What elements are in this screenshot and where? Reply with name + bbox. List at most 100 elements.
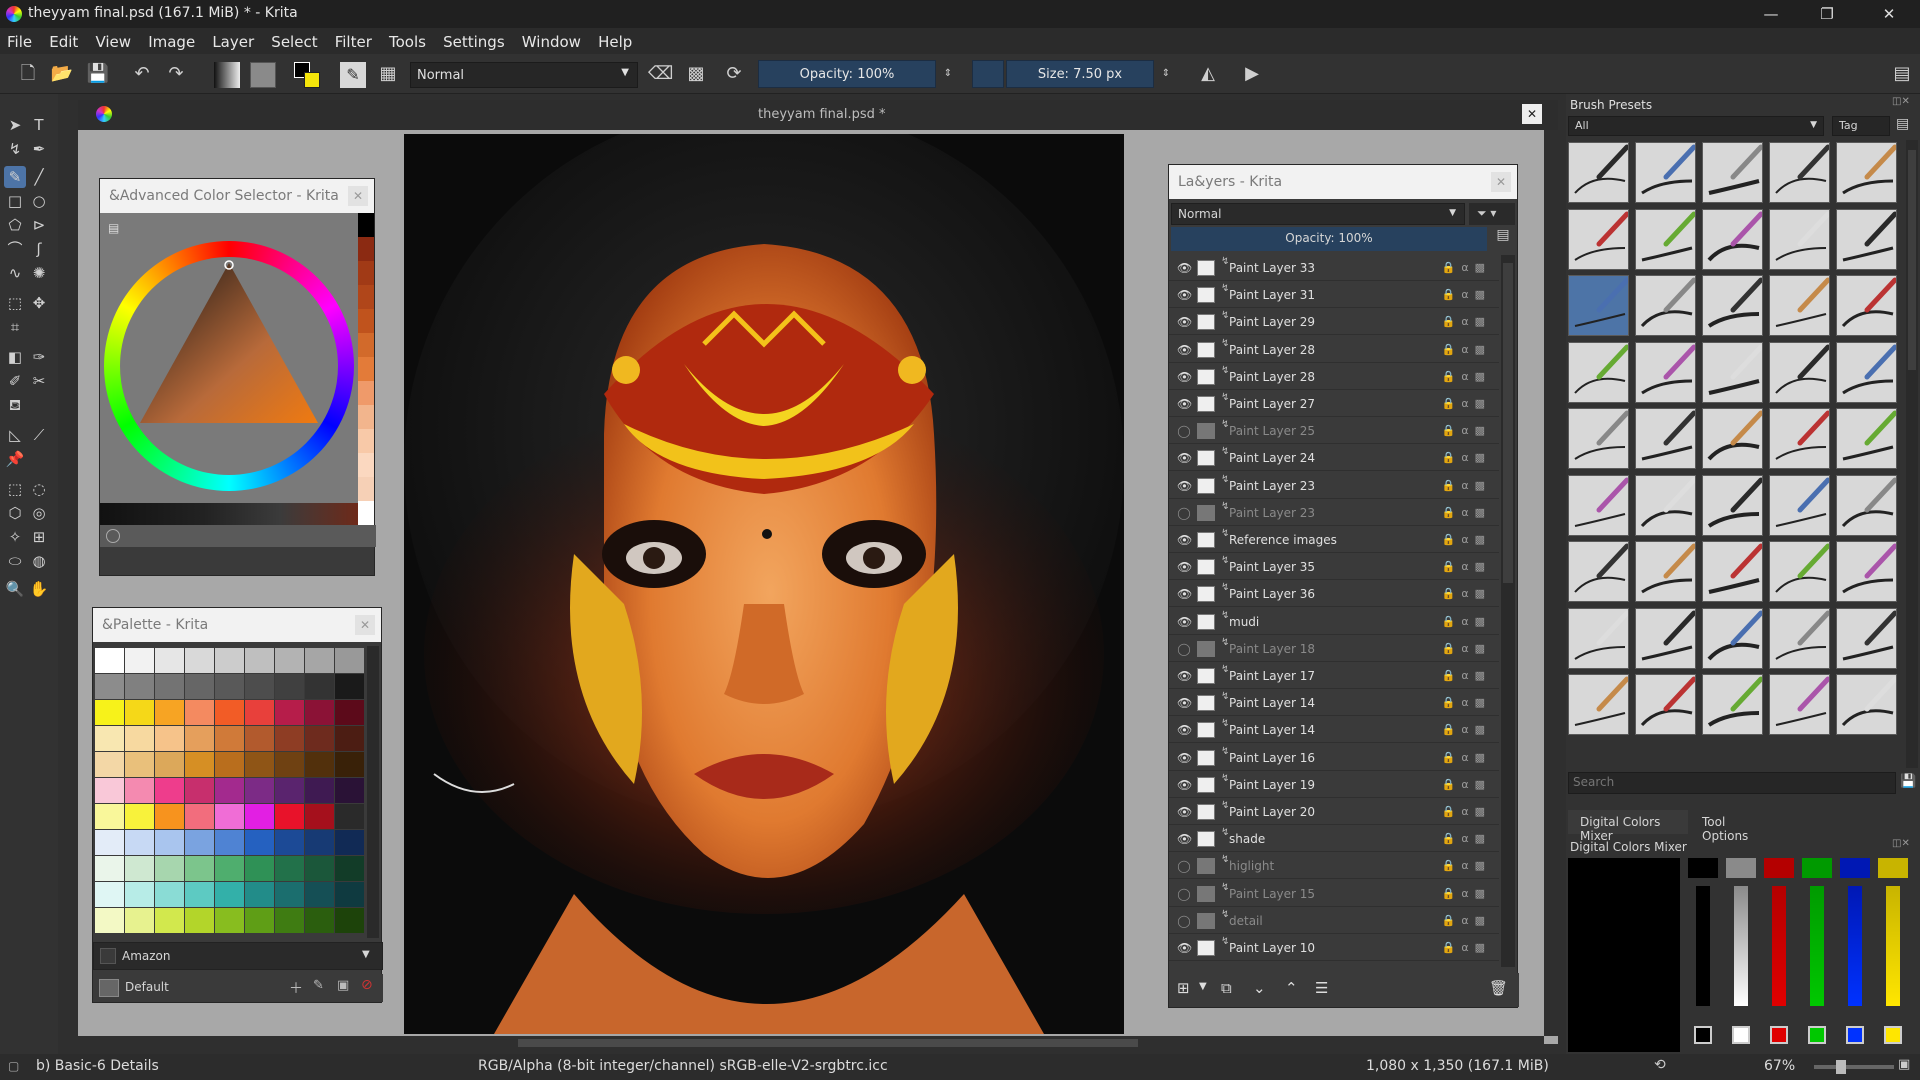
zoom-tool-icon[interactable]: 🔍 xyxy=(4,578,26,600)
brush-preset-thumbnail[interactable] xyxy=(1836,541,1897,602)
palette-swatch[interactable] xyxy=(275,804,304,829)
brush-preset-thumbnail[interactable] xyxy=(1635,541,1696,602)
palette-swatch[interactable] xyxy=(125,648,154,673)
eye-visible-icon[interactable]: 👁 xyxy=(1177,451,1192,465)
layer-row[interactable]: 👁 ↯ shade 🔒α▩ xyxy=(1169,826,1499,853)
palette-swatch[interactable] xyxy=(305,752,334,777)
brush-preset-thumbnail[interactable] xyxy=(1769,208,1830,270)
brush-view-options-icon[interactable]: ▤ xyxy=(1896,116,1909,132)
crop-tool-icon[interactable]: ⌗ xyxy=(4,316,26,338)
polygon-tool-icon[interactable]: ⬠ xyxy=(4,214,26,236)
palette-swatch[interactable] xyxy=(95,726,124,751)
palette-swatch[interactable] xyxy=(305,778,334,803)
polygon-select-icon[interactable]: ⬡ xyxy=(4,502,26,524)
layer-row[interactable]: 👁 ↯ Paint Layer 27 🔒α▩ xyxy=(1169,391,1499,417)
palette-swatch[interactable] xyxy=(215,674,244,699)
edit-swatch-icon[interactable]: ✎ xyxy=(313,978,324,993)
brush-preset-thumbnail[interactable] xyxy=(1769,142,1830,203)
palette-swatch[interactable] xyxy=(125,752,154,777)
brush-size-slider[interactable]: Size: 7.50 px xyxy=(1006,60,1154,88)
palette-swatch[interactable] xyxy=(185,752,214,777)
palette-swatch[interactable] xyxy=(155,908,184,933)
undo-icon[interactable]: ↶ xyxy=(130,62,154,86)
opacity-slider[interactable]: Opacity: 100% xyxy=(758,60,936,88)
brush-preset-thumbnail[interactable] xyxy=(1836,408,1897,469)
palette-swatch[interactable] xyxy=(335,882,364,907)
close-palette-docker-icon[interactable]: ✕ xyxy=(355,615,375,635)
layer-row[interactable]: 👁 ↯ Reference images 🔒α▩ xyxy=(1169,527,1499,553)
brush-preset-thumbnail[interactable] xyxy=(1702,275,1763,336)
palette-swatch[interactable] xyxy=(245,778,274,803)
palette-swatch[interactable] xyxy=(155,882,184,907)
eye-visible-icon[interactable]: 👁 xyxy=(1177,751,1192,765)
palette-swatch[interactable] xyxy=(275,908,304,933)
palette-swatch[interactable] xyxy=(95,856,124,881)
eye-hidden-icon[interactable]: ◯ xyxy=(1177,914,1191,928)
palette-swatch[interactable] xyxy=(275,778,304,803)
palette-swatch[interactable] xyxy=(215,830,244,855)
layer-row[interactable]: 👁 ↯ Paint Layer 36 🔒α▩ xyxy=(1169,581,1499,608)
delete-layer-icon[interactable]: 🗑 xyxy=(1489,979,1508,997)
layer-row[interactable]: 👁 ↯ Paint Layer 28 🔒α▩ xyxy=(1169,364,1499,390)
brush-preset-thumbnail[interactable] xyxy=(1568,142,1629,203)
palette-swatch[interactable] xyxy=(305,908,334,933)
image-size-info[interactable]: 1,080 x 1,350 (167.1 MiB) xyxy=(1366,1058,1549,1074)
layer-row[interactable]: 👁 ↯ Paint Layer 31 🔒α▩ xyxy=(1169,282,1499,309)
layer-row[interactable]: ◯ ↯ detail 🔒α▩ xyxy=(1169,908,1499,934)
palette-swatch[interactable] xyxy=(215,700,244,725)
palette-swatch[interactable] xyxy=(215,882,244,907)
color-picker-icon[interactable]: ✑ xyxy=(28,346,50,368)
canvas-vertical-scrollbar[interactable] xyxy=(1544,130,1558,1036)
palette-swatch[interactable] xyxy=(125,700,154,725)
history-color-swatch[interactable] xyxy=(358,405,374,429)
chevron-down-icon[interactable]: ▼ xyxy=(362,949,370,960)
mixer-gradient-slider[interactable] xyxy=(1848,886,1862,1006)
polyline-tool-icon[interactable]: ⊳ xyxy=(28,214,50,236)
brush-preset-thumbnail[interactable] xyxy=(1702,142,1763,203)
freehand-brush-icon[interactable]: ✎ xyxy=(4,166,26,188)
brush-preset-thumbnail[interactable] xyxy=(1702,474,1763,536)
brush-search-input[interactable] xyxy=(1569,773,1869,791)
palette-swatch[interactable] xyxy=(95,882,124,907)
history-color-swatch[interactable] xyxy=(358,453,374,477)
menu-settings[interactable]: Settings xyxy=(436,28,511,51)
fg-bg-color-icon[interactable] xyxy=(294,62,320,88)
eye-visible-icon[interactable]: 👁 xyxy=(1177,343,1192,357)
layer-lock-alpha-icons[interactable]: 🔒α▩ xyxy=(1442,288,1491,301)
palette-swatch[interactable] xyxy=(245,856,274,881)
eye-visible-icon[interactable]: 👁 xyxy=(1177,805,1192,819)
palette-swatch[interactable] xyxy=(275,856,304,881)
contiguous-select-icon[interactable]: ✧ xyxy=(4,526,26,548)
brush-preset-thumbnail[interactable] xyxy=(1769,275,1830,336)
rectangle-tool-icon[interactable]: □ xyxy=(4,190,26,212)
menu-window[interactable]: Window xyxy=(515,28,587,51)
layer-row[interactable]: 👁 ↯ Paint Layer 24 🔒α▩ xyxy=(1169,445,1499,472)
palette-swatch[interactable] xyxy=(125,804,154,829)
menu-image[interactable]: Image xyxy=(141,28,201,51)
brush-tag-select[interactable]: Tag xyxy=(1832,116,1890,136)
layer-lock-alpha-icons[interactable]: 🔒α▩ xyxy=(1442,343,1491,356)
layer-row[interactable]: ◯ ↯ higlight 🔒α▩ xyxy=(1169,853,1499,880)
brush-preset-thumbnail[interactable] xyxy=(1635,142,1696,203)
alpha-lock-icon[interactable]: ▩ xyxy=(684,62,708,86)
freehand-path-icon[interactable]: ʃ xyxy=(28,238,50,260)
rotate-canvas-icon[interactable]: ⟲ xyxy=(1654,1057,1666,1073)
color-space-info[interactable]: RGB/Alpha (8-bit integer/channel) sRGB-e… xyxy=(478,1058,888,1074)
document-tab-title[interactable]: theyyam final.psd * xyxy=(758,107,886,122)
eye-visible-icon[interactable]: 👁 xyxy=(1177,669,1192,683)
add-layer-menu-icon[interactable]: ▼ xyxy=(1199,981,1207,992)
eye-visible-icon[interactable]: 👁 xyxy=(1177,397,1192,411)
layer-row[interactable]: 👁 ↯ Paint Layer 14 🔒α▩ xyxy=(1169,717,1499,744)
mixer-gradient-slider[interactable] xyxy=(1772,886,1786,1006)
brush-grid-scrollbar[interactable] xyxy=(1906,140,1918,768)
menu-select[interactable]: Select xyxy=(264,28,323,51)
palette-swatch[interactable] xyxy=(125,674,154,699)
brush-preset-thumbnail[interactable] xyxy=(1836,474,1897,536)
colorize-mask-icon[interactable]: ✐ xyxy=(4,370,26,392)
history-color-swatch[interactable] xyxy=(358,477,374,501)
pattern-icon[interactable] xyxy=(250,62,276,88)
mixer-top-color[interactable] xyxy=(1840,858,1870,878)
zoom-slider[interactable] xyxy=(1814,1060,1894,1074)
open-folder-icon[interactable]: 📂 xyxy=(50,62,74,86)
palette-swatch[interactable] xyxy=(95,674,124,699)
